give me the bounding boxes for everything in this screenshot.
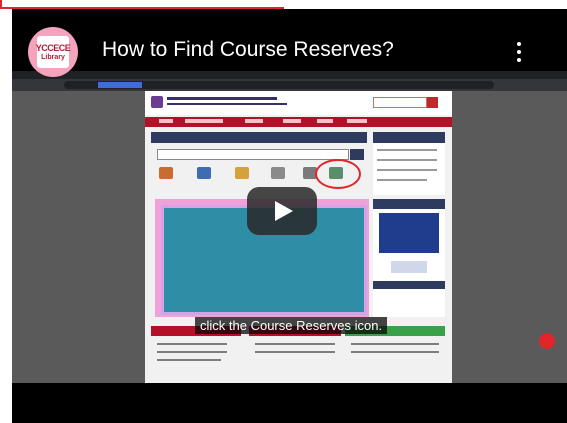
list-line [255,343,335,345]
nav-item [245,119,263,123]
library-website [145,91,452,383]
opening-hours-panel [373,143,445,195]
list-line [157,343,227,345]
ebsco-logo [379,213,439,253]
floating-action-button [539,333,555,349]
list-line [157,351,227,353]
channel-avatar[interactable]: YCCECE Library [28,27,78,77]
nav-item [347,119,367,123]
site-nav-bar [145,117,452,127]
video-player[interactable]: YCCECE Library How to Find Course Reserv… [12,9,567,423]
list-line [157,359,221,361]
journals-header [373,281,445,289]
list-line [351,351,439,353]
opening-hours-header [373,132,445,143]
nav-item [283,119,301,123]
quick-search-header [151,132,367,143]
databases-panel [373,199,445,317]
site-header [145,91,452,115]
address-bar-selection [98,82,142,88]
top-highlight-strip [0,0,284,9]
college-logo [151,96,163,108]
list-line [255,351,335,353]
hours-row [377,149,437,151]
databases-header [373,199,445,209]
avatar-label-line2: Library [41,54,65,61]
college-name-line [167,97,277,100]
video-caption: click the Course Reserves icon. [195,317,388,334]
course-reserves-highlight [315,159,361,189]
nav-item [317,119,333,123]
account-icon [159,167,173,179]
laptop-icon [235,167,249,179]
site-search-button [427,97,438,108]
password-icon [197,167,211,179]
play-button[interactable] [247,187,317,235]
college-name-line-2 [167,103,287,105]
play-icon [275,201,293,221]
hours-row [377,159,437,161]
browser-tab-strip [12,71,567,79]
hours-row [377,169,437,171]
menu-dot [517,50,521,54]
room-icon [271,167,285,179]
catalog-go-button [350,149,364,160]
menu-dot [517,58,521,62]
catalog-search-input [157,149,349,160]
site-search-box [373,97,427,108]
avatar-label-line1: YCCECE [35,43,71,53]
nav-item [159,119,173,123]
menu-dot [517,42,521,46]
hours-row [377,179,427,181]
list-line [351,343,439,345]
more-vert-icon[interactable] [514,40,524,64]
taylor-francis-logo [391,261,427,273]
video-title[interactable]: How to Find Course Reserves? [102,38,394,62]
top-highlight-edge [0,0,2,9]
nav-item [185,119,223,123]
